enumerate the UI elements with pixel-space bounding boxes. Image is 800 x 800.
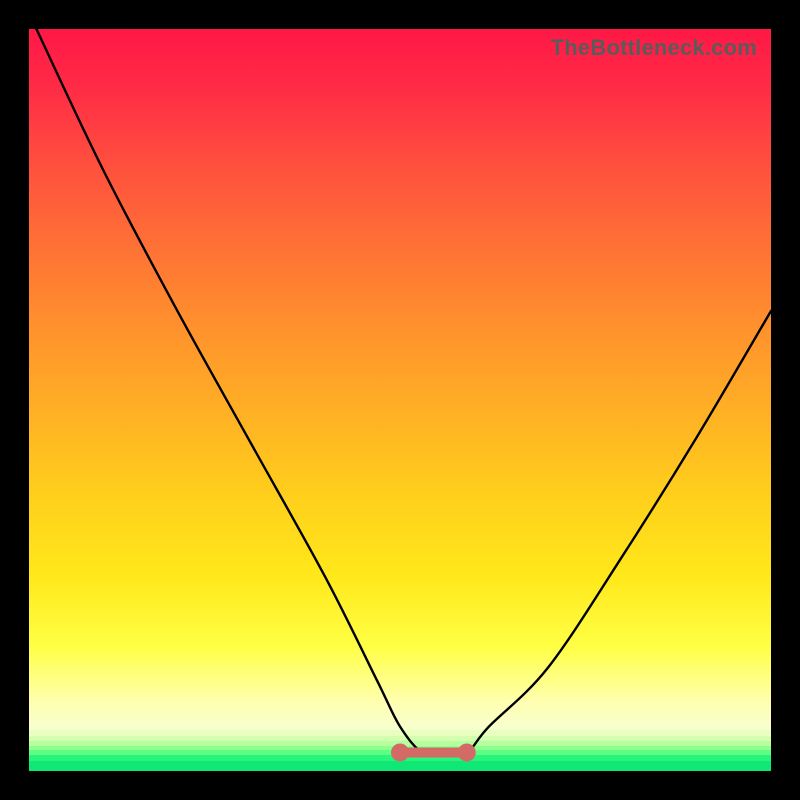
bottleneck-gradient-background (29, 29, 771, 730)
watermark-text: TheBottleneck.com (551, 35, 757, 61)
chart-frame: TheBottleneck.com (0, 0, 800, 800)
green-band-7 (29, 761, 771, 771)
plot-area: TheBottleneck.com (29, 29, 771, 771)
